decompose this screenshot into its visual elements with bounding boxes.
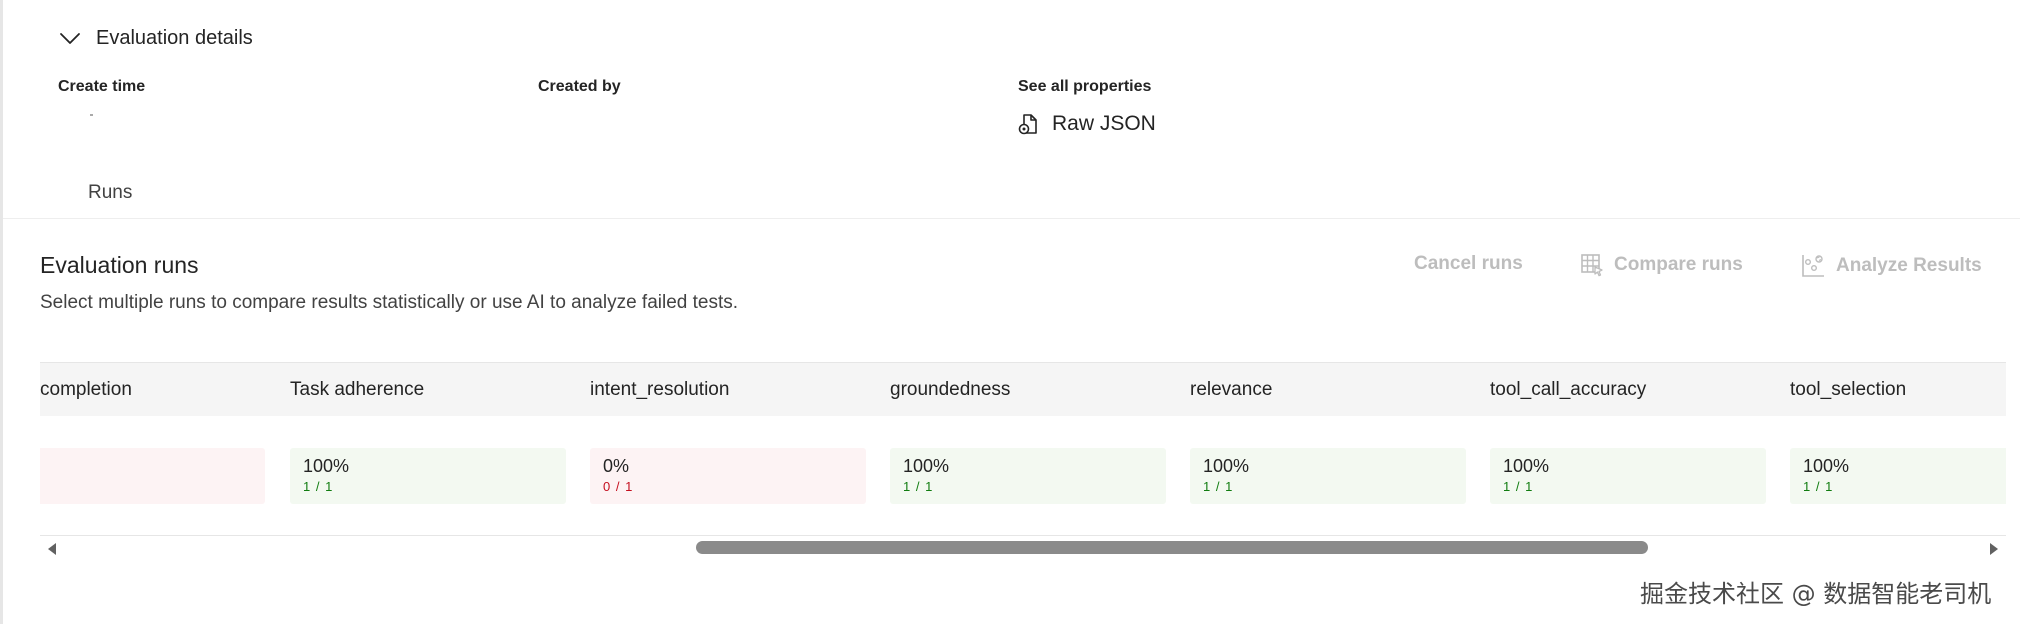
score-cell-groundedness[interactable]: 100% 1 / 1	[890, 448, 1166, 504]
analyze-results-label: Analyze Results	[1836, 255, 1982, 276]
tab-runs[interactable]: Runs	[88, 182, 132, 204]
column-header-groundedness[interactable]: groundedness	[890, 379, 1010, 401]
score-fraction: 1 / 1	[303, 479, 334, 494]
section-divider	[3, 218, 2020, 219]
cancel-runs-label: Cancel runs	[1414, 253, 1523, 274]
evaluation-details-title: Evaluation details	[96, 26, 253, 49]
score-percent: 100%	[903, 456, 950, 476]
score-cell-intent-resolution[interactable]: 0% 0 / 1	[590, 448, 866, 504]
see-all-properties-label: See all properties	[1018, 78, 1152, 95]
column-header-tool-call-accuracy[interactable]: tool_call_accuracy	[1490, 379, 1646, 401]
compare-runs-button[interactable]: Compare runs	[1580, 253, 1743, 277]
analyze-results-button[interactable]: Analyze Results	[1800, 253, 1982, 279]
table-header-row: completion Task adherence intent_resolut…	[40, 362, 2006, 416]
json-file-icon	[1018, 112, 1040, 136]
score-cell-completion[interactable]	[40, 448, 265, 504]
score-fraction: 1 / 1	[1503, 479, 1534, 494]
score-cell-tool-call-accuracy[interactable]: 100% 1 / 1	[1490, 448, 1766, 504]
column-header-completion[interactable]: completion	[40, 379, 132, 401]
cancel-runs-button[interactable]: Cancel runs	[1414, 253, 1523, 275]
left-border	[0, 0, 3, 624]
evaluation-runs-subtitle: Select multiple runs to compare results …	[40, 292, 739, 313]
score-fraction: 1 / 1	[1803, 479, 1834, 494]
compare-runs-label: Compare runs	[1614, 254, 1743, 275]
created-by-label: Created by	[538, 78, 621, 95]
score-fraction: 1 / 1	[1203, 479, 1234, 494]
score-fraction: 1 / 1	[903, 479, 934, 494]
column-header-tool-selection[interactable]: tool_selection	[1790, 379, 1906, 401]
score-percent: 100%	[1203, 456, 1250, 476]
score-percent: 100%	[1803, 456, 1850, 476]
score-cell-relevance[interactable]: 100% 1 / 1	[1190, 448, 1466, 504]
scrollbar-thumb[interactable]	[696, 541, 1648, 554]
analyze-chart-icon	[1802, 255, 1824, 277]
column-header-intent-resolution[interactable]: intent_resolution	[590, 379, 729, 401]
score-cell-tool-selection[interactable]: 100% 1 / 1	[1790, 448, 2006, 504]
scroll-right-arrow-icon[interactable]	[1990, 543, 1998, 555]
score-percent: 100%	[303, 456, 350, 476]
score-fraction: 0 / 1	[603, 479, 634, 494]
evaluation-runs-table: completion Task adherence intent_resolut…	[40, 362, 2006, 536]
create-time-value	[90, 114, 93, 116]
chevron-down-icon	[58, 26, 82, 50]
score-percent: 0%	[603, 456, 630, 476]
evaluation-details-toggle[interactable]: Evaluation details	[58, 26, 253, 50]
score-percent: 100%	[1503, 456, 1550, 476]
column-header-task-adherence[interactable]: Task adherence	[290, 379, 424, 401]
horizontal-scrollbar[interactable]	[40, 538, 2006, 558]
score-cell-task-adherence[interactable]: 100% 1 / 1	[290, 448, 566, 504]
raw-json-link[interactable]: Raw JSON	[1018, 112, 1156, 136]
create-time-label: Create time	[58, 78, 146, 95]
raw-json-label: Raw JSON	[1052, 112, 1156, 135]
table-compare-icon	[1581, 254, 1603, 277]
column-header-relevance[interactable]: relevance	[1190, 379, 1272, 401]
watermark: 掘金技术社区 @ 数据智能老司机	[1640, 580, 1992, 608]
scroll-left-arrow-icon[interactable]	[48, 543, 56, 555]
row-divider	[40, 535, 2006, 536]
evaluation-runs-title: Evaluation runs	[40, 252, 199, 278]
